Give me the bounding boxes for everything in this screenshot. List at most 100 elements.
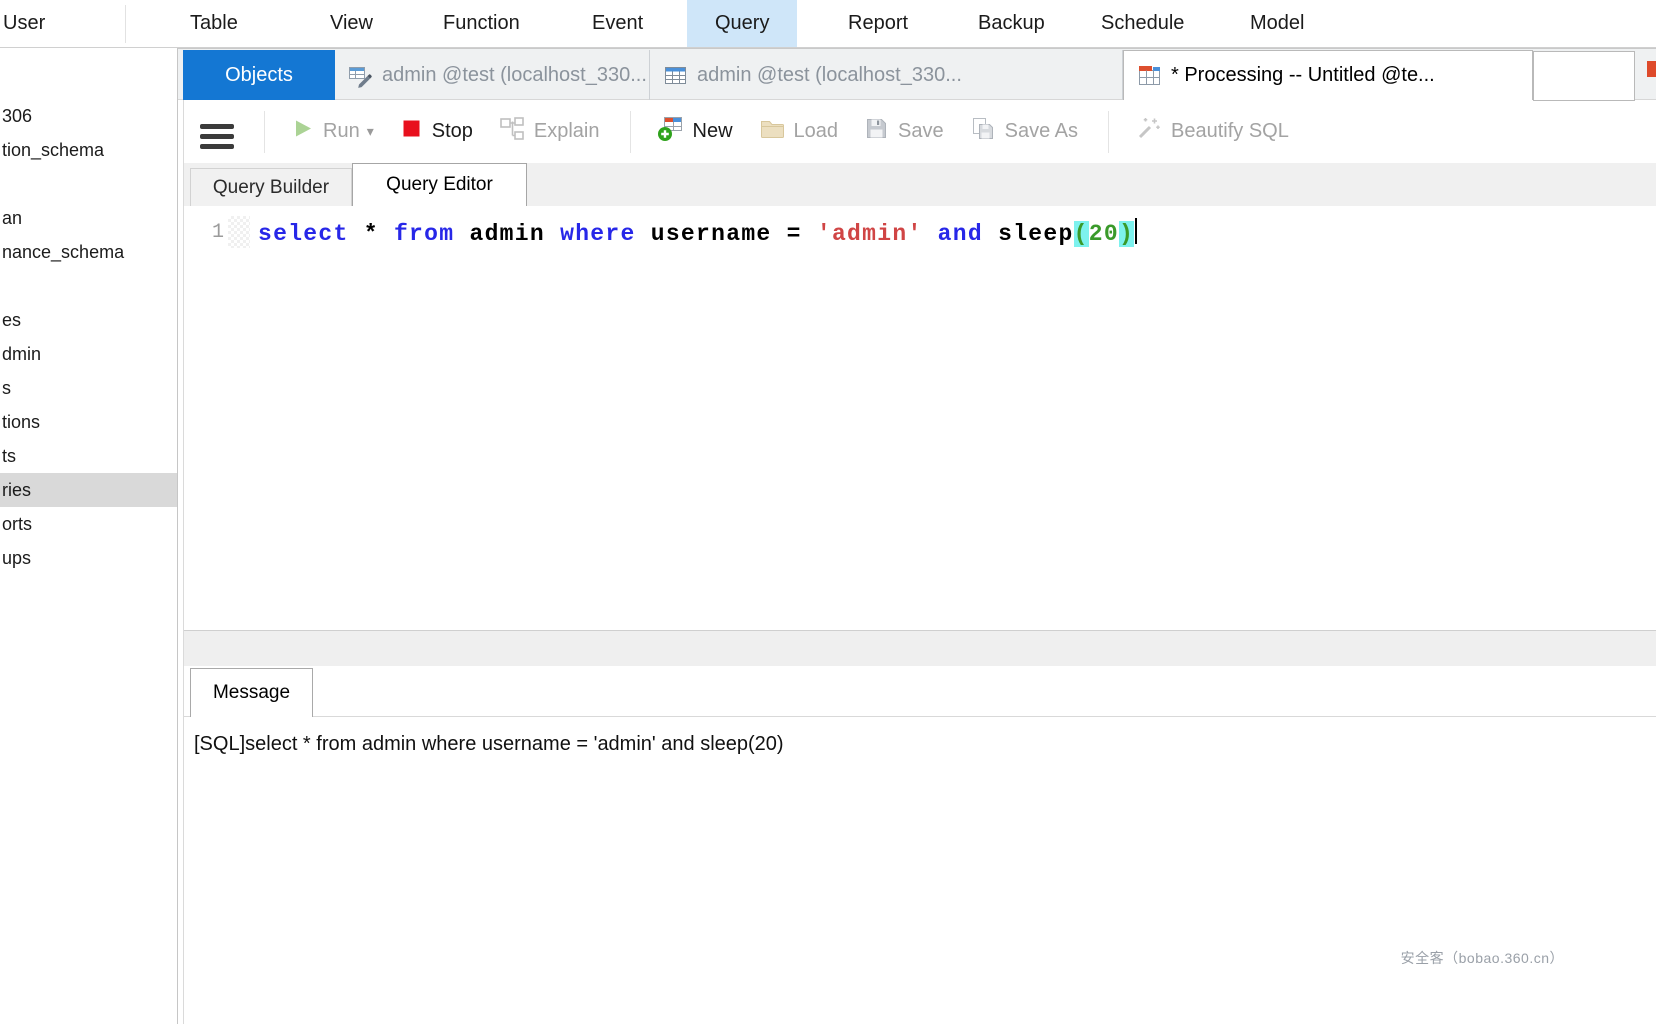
code-token-plain: sleep xyxy=(983,221,1074,247)
table-icon xyxy=(663,63,688,88)
code-token-plain: * xyxy=(364,221,379,247)
toolbar-separator xyxy=(1108,111,1109,153)
toolbar-button-label: Save xyxy=(898,120,944,143)
toolbar-button-label: Stop xyxy=(432,120,473,143)
save-icon xyxy=(864,116,889,147)
tree-item-306[interactable]: 306 xyxy=(0,99,177,133)
menu-item-table[interactable]: Table xyxy=(190,0,238,47)
tree-item-an[interactable]: an xyxy=(0,201,177,235)
toolbar-button-label: Load xyxy=(794,120,839,143)
new-icon xyxy=(657,115,684,148)
document-tab-1[interactable]: admin @test (localhost_330... xyxy=(335,50,650,100)
toolbar-separator xyxy=(630,111,631,153)
executed-sql-text: [SQL]select * from admin where username … xyxy=(194,733,1656,756)
toolbar-button-label: Beautify SQL xyxy=(1171,120,1289,143)
saveas-icon xyxy=(970,116,996,148)
tab-query-editor[interactable]: Query Editor xyxy=(352,163,527,206)
splitter[interactable] xyxy=(184,630,1656,666)
code-token-plain: username = xyxy=(636,221,817,247)
code-token-paren: ( xyxy=(1074,221,1089,247)
clipped-tab-icon xyxy=(1647,61,1656,77)
menu-separator xyxy=(125,5,126,43)
main-area: Objects admin @test (localhost_330...adm… xyxy=(178,48,1656,1024)
menu-item-event[interactable]: Event xyxy=(592,0,643,47)
code-token-paren: ) xyxy=(1119,221,1134,247)
query-toolbar: Run ▾ Stop Explain New Load Save Save As Beautif… xyxy=(184,100,1656,163)
document-tabs: admin @test (localhost_330... admin @test… xyxy=(178,49,1656,99)
menu-item-model[interactable]: Model xyxy=(1250,0,1304,47)
tree-item-dmin[interactable]: dmin xyxy=(0,337,177,371)
message-tab-bar: Message xyxy=(184,666,1656,717)
code-token-kw: where xyxy=(560,221,636,247)
navicat-window: User Table View Function Event Query Report Bac… xyxy=(0,0,1656,1024)
tree-item-ries[interactable]: ries xyxy=(0,473,177,507)
query-subtab-bar: Query Builder Query Editor xyxy=(184,163,1656,206)
toolbar-button-load[interactable]: Load xyxy=(759,116,839,148)
tab-message[interactable]: Message xyxy=(190,668,313,717)
document-tab-label: admin @test (localhost_330... xyxy=(382,64,647,87)
document-tab-label: * Processing -- Untitled @te... xyxy=(1171,64,1435,87)
code-token-kw: select xyxy=(258,221,349,247)
menu-bar: User Table View Function Event Query Report Bac… xyxy=(0,0,1656,48)
sql-editor[interactable]: 1 select * from admin where username = '… xyxy=(184,206,1656,630)
message-content: [SQL]select * from admin where username … xyxy=(184,717,1656,756)
toolbar-button-save-as[interactable]: Save As xyxy=(970,116,1078,148)
code-token-kw: from xyxy=(394,221,454,247)
menu-item-query[interactable]: Query xyxy=(687,0,797,47)
code-token-num: 20 xyxy=(1089,221,1119,247)
toolbar-button-hamburger[interactable] xyxy=(200,112,234,151)
tree-item-orts[interactable]: orts xyxy=(0,507,177,541)
code-token-plain xyxy=(379,221,394,247)
message-panel: Message [SQL]select * from admin where u… xyxy=(184,666,1656,1024)
code-token-plain xyxy=(923,221,938,247)
tree-item-nance-schema[interactable]: nance_schema xyxy=(0,235,177,269)
toolbar-button-save[interactable]: Save xyxy=(864,116,944,147)
toolbar-button-beautify-sql[interactable]: Beautify SQL xyxy=(1135,115,1289,148)
toolbar-button-run[interactable]: Run ▾ xyxy=(291,117,374,146)
toolbar-buttons: Run ▾ Stop Explain New Load Save Save As Beautif… xyxy=(200,100,1315,163)
run-icon xyxy=(291,117,314,146)
tree-item-ts[interactable]: ts xyxy=(0,439,177,473)
toolbar-button-label: Explain xyxy=(534,120,600,143)
beautify-icon xyxy=(1135,115,1162,148)
load-icon xyxy=(759,116,785,148)
tree-item-tions[interactable]: tions xyxy=(0,405,177,439)
toolbar-button-explain[interactable]: Explain xyxy=(499,116,600,148)
tree-item-ups[interactable]: ups xyxy=(0,541,177,575)
watermark: 安全客（bobao.360.cn） xyxy=(1401,948,1564,968)
tab-query-editor-label: Query Editor xyxy=(386,174,493,196)
tree-item-s[interactable]: s xyxy=(0,371,177,405)
toolbar-button-new[interactable]: New xyxy=(657,115,733,148)
sql-statement: select * from admin where username = 'ad… xyxy=(258,218,1137,247)
menu-item-view[interactable]: View xyxy=(330,0,373,47)
menu-item-function[interactable]: Function xyxy=(443,0,520,47)
toolbar-separator xyxy=(264,111,265,153)
menu-item-user[interactable]: User xyxy=(3,0,45,47)
tree-item-tion-schema[interactable]: tion_schema xyxy=(0,133,177,167)
document-tab-bar: Objects admin @test (localhost_330...adm… xyxy=(178,48,1656,100)
code-token-plain: admin xyxy=(454,221,560,247)
tab-message-label: Message xyxy=(213,682,290,704)
window-body: 306tion_schemaannance_schemaesdminstions… xyxy=(0,48,1656,1024)
document-tab-label: admin @test (localhost_330... xyxy=(697,64,962,87)
document-tab-2[interactable]: admin @test (localhost_330... xyxy=(650,50,1123,100)
edit-grid-icon xyxy=(348,63,373,88)
fold-margin xyxy=(228,216,250,248)
query-icon xyxy=(1137,63,1162,88)
text-cursor xyxy=(1135,218,1137,244)
menu-item-report[interactable]: Report xyxy=(848,0,908,47)
tree-item-es[interactable]: es xyxy=(0,303,177,337)
toolbar-button-label: Run xyxy=(323,120,360,143)
line-number: 1 xyxy=(184,221,224,244)
dropdown-caret-icon[interactable]: ▾ xyxy=(367,123,374,140)
explain-icon xyxy=(499,116,525,148)
toolbar-button-stop[interactable]: Stop xyxy=(400,117,473,146)
menu-item-schedule[interactable]: Schedule xyxy=(1101,0,1184,47)
main-lower: Run ▾ Stop Explain New Load Save Save As Beautif… xyxy=(183,100,1656,1024)
code-token-kw: and xyxy=(938,221,983,247)
connection-tree: 306tion_schemaannance_schemaesdminstions… xyxy=(0,48,178,1024)
menu-item-backup[interactable]: Backup xyxy=(978,0,1045,47)
document-tab-3[interactable]: * Processing -- Untitled @te... xyxy=(1123,50,1533,100)
code-token-str: 'admin' xyxy=(817,221,923,247)
tab-query-builder[interactable]: Query Builder xyxy=(190,168,352,206)
